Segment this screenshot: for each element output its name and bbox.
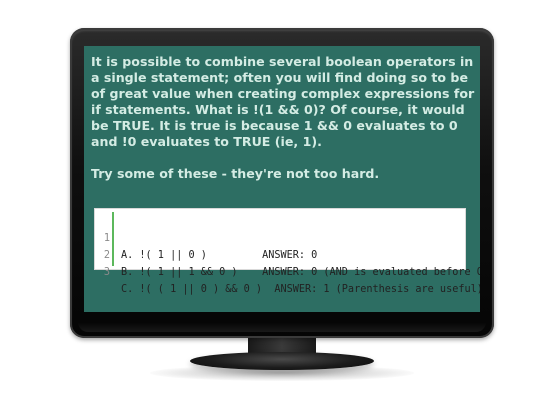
- lesson-paragraph-1: It is possible to combine several boolea…: [91, 54, 475, 149]
- monitor-scene: It is possible to combine several boolea…: [0, 0, 560, 410]
- code-text: C. !( ( 1 || 0 ) && 0 ) ANSWER: 1 (Paren…: [121, 284, 480, 295]
- monitor-screen: It is possible to combine several boolea…: [84, 46, 480, 312]
- code-line: 1 A. !( 1 || 0 ) ANSWER: 0: [97, 213, 465, 261]
- code-lines: 1 A. !( 1 || 0 ) ANSWER: 0 2 B. !( 1 || …: [97, 213, 480, 295]
- code-block: 1 A. !( 1 || 0 ) ANSWER: 0 2 B. !( 1 || …: [94, 208, 480, 295]
- lesson-text: It is possible to combine several boolea…: [91, 54, 475, 182]
- line-number: 3: [103, 267, 110, 278]
- lesson-paragraph-2: Try some of these - they're not too hard…: [91, 166, 380, 181]
- code-line: 2 B. !( 1 || 1 && 0 ) ANSWER: 0 (AND is …: [97, 230, 480, 278]
- code-line: 3 C. !( ( 1 || 0 ) && 0 ) ANSWER: 1 (Par…: [97, 247, 480, 295]
- code-text: B. !( 1 || 1 && 0 ) ANSWER: 0 (AND is ev…: [121, 267, 480, 278]
- monitor-stand-base: [190, 352, 374, 370]
